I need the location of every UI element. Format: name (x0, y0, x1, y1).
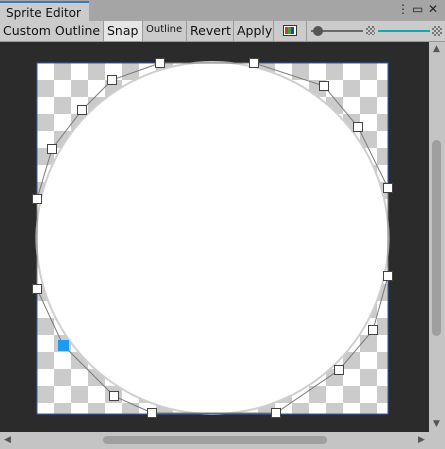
vertical-scroll-thumb[interactable] (432, 140, 441, 336)
outline-vertex[interactable] (249, 58, 259, 68)
outline-vertex[interactable] (47, 144, 57, 154)
outline-vertex[interactable] (271, 408, 281, 418)
sprite-canvas[interactable] (0, 0, 445, 449)
outline-vertex[interactable] (155, 58, 165, 68)
outline-vertex[interactable] (109, 391, 119, 401)
outline-vertex[interactable] (383, 183, 393, 193)
outline-vertex[interactable] (77, 105, 87, 115)
outline-vertex[interactable] (32, 194, 42, 204)
horizontal-scroll-thumb[interactable] (103, 436, 327, 444)
outline-vertex[interactable] (319, 81, 329, 91)
scroll-down-icon[interactable]: ▼ (433, 419, 440, 429)
outline-vertex[interactable] (334, 365, 344, 375)
outline-vertex[interactable] (107, 75, 117, 85)
outline-vertex[interactable] (32, 284, 42, 294)
scroll-left-icon[interactable]: ◀ (4, 435, 11, 445)
selected-outline-vertex[interactable] (58, 340, 69, 351)
scroll-up-icon[interactable]: ▲ (433, 44, 440, 54)
horizontal-scrollbar[interactable]: ◀ ▶ (0, 432, 445, 449)
scroll-right-icon[interactable]: ▶ (418, 435, 425, 445)
outline-vertex[interactable] (383, 271, 393, 281)
sprite-circle (37, 63, 388, 413)
outline-vertex[interactable] (147, 408, 157, 418)
vertical-scrollbar[interactable]: ▲ ▼ (429, 42, 445, 432)
outline-vertex[interactable] (353, 122, 363, 132)
outline-vertex[interactable] (368, 325, 378, 335)
